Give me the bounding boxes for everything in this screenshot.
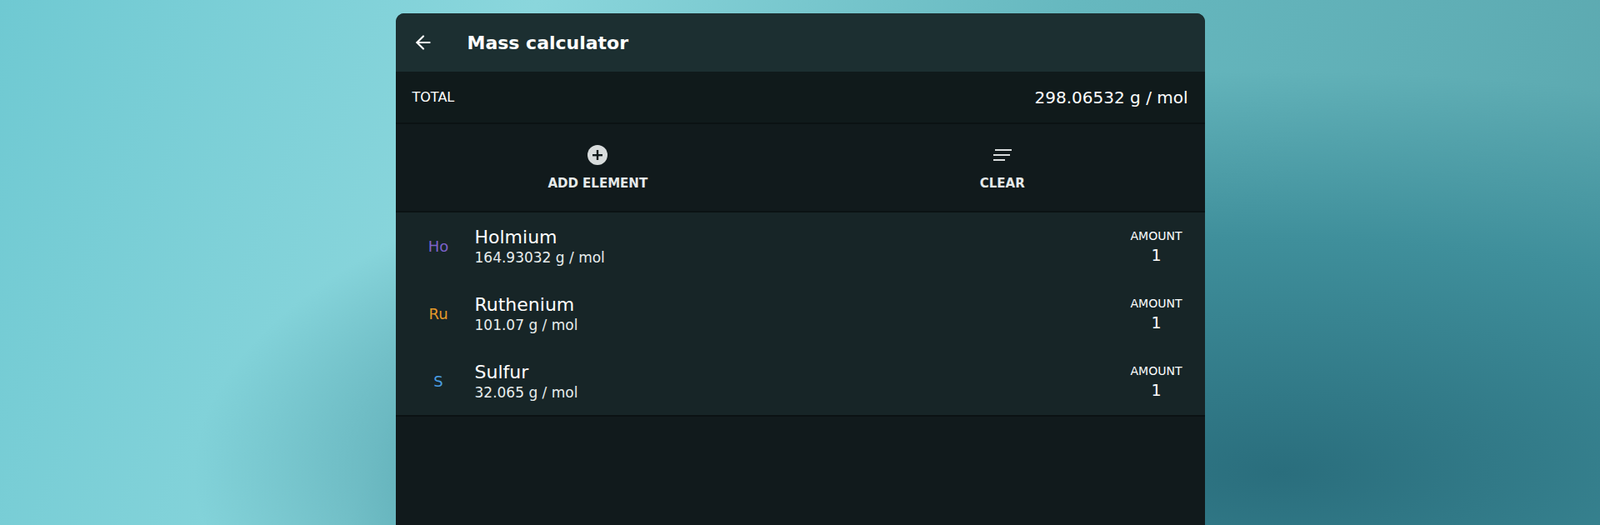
element-list: Ho Holmium164.93032 g / mol AMOUNT 1 Ru Ruthe…	[395, 210, 1205, 417]
element-name: Ruthenium	[475, 294, 1124, 315]
amount-value: 1	[1150, 245, 1161, 265]
title-bar: Mass calculator	[395, 13, 1205, 72]
element-name: Sulfur	[475, 361, 1124, 383]
amount-label: AMOUNT	[1130, 364, 1183, 378]
total-label: TOTAL	[412, 89, 455, 105]
action-bar: ADD ELEMENT CLEAR	[395, 124, 1205, 211]
clear-lines-icon	[991, 144, 1014, 166]
clear-button[interactable]: CLEAR	[800, 124, 1205, 211]
amount-value: 1	[1150, 313, 1161, 332]
back-button[interactable]	[412, 31, 435, 54]
element-mass: 164.93032 g / mol	[475, 249, 1124, 266]
element-mass: 101.07 g / mol	[475, 316, 1124, 334]
element-symbol: Ho	[412, 237, 465, 255]
element-info: Ruthenium101.07 g / mol	[475, 294, 1124, 334]
element-info: Sulfur32.065 g / mol	[475, 361, 1124, 401]
element-symbol: S	[412, 372, 465, 390]
element-mass: 32.065 g / mol	[475, 384, 1124, 401]
background-photo: Mass calculator TOTAL 298.06532 g / mol ADD…	[0, 0, 1600, 525]
action-label: CLEAR	[980, 175, 1025, 191]
add-circle-icon	[586, 144, 609, 166]
amount-field[interactable]: AMOUNT 1	[1123, 364, 1190, 400]
amount-value: 1	[1150, 380, 1161, 400]
amount-label: AMOUNT	[1130, 296, 1183, 310]
add-element-button[interactable]: ADD ELEMENT	[395, 124, 801, 211]
total-value: 298.06532 g / mol	[1035, 87, 1189, 108]
amount-field[interactable]: AMOUNT 1	[1123, 229, 1190, 265]
element-symbol: Ru	[412, 305, 465, 323]
back-arrow-icon	[412, 31, 435, 54]
total-row: TOTAL 298.06532 g / mol	[395, 71, 1205, 125]
element-row[interactable]: S Sulfur32.065 g / mol AMOUNT 1	[395, 347, 1205, 415]
element-info: Holmium164.93032 g / mol	[475, 226, 1124, 266]
element-row[interactable]: Ho Holmium164.93032 g / mol AMOUNT 1	[395, 212, 1205, 280]
action-label: ADD ELEMENT	[547, 175, 648, 191]
element-name: Holmium	[475, 226, 1124, 248]
window-title: Mass calculator	[467, 32, 630, 54]
element-row[interactable]: Ru Ruthenium101.07 g / mol AMOUNT 1	[395, 280, 1205, 348]
mass-calculator-window: Mass calculator TOTAL 298.06532 g / mol ADD…	[395, 13, 1205, 525]
amount-label: AMOUNT	[1130, 229, 1183, 243]
amount-field[interactable]: AMOUNT 1	[1123, 296, 1190, 332]
